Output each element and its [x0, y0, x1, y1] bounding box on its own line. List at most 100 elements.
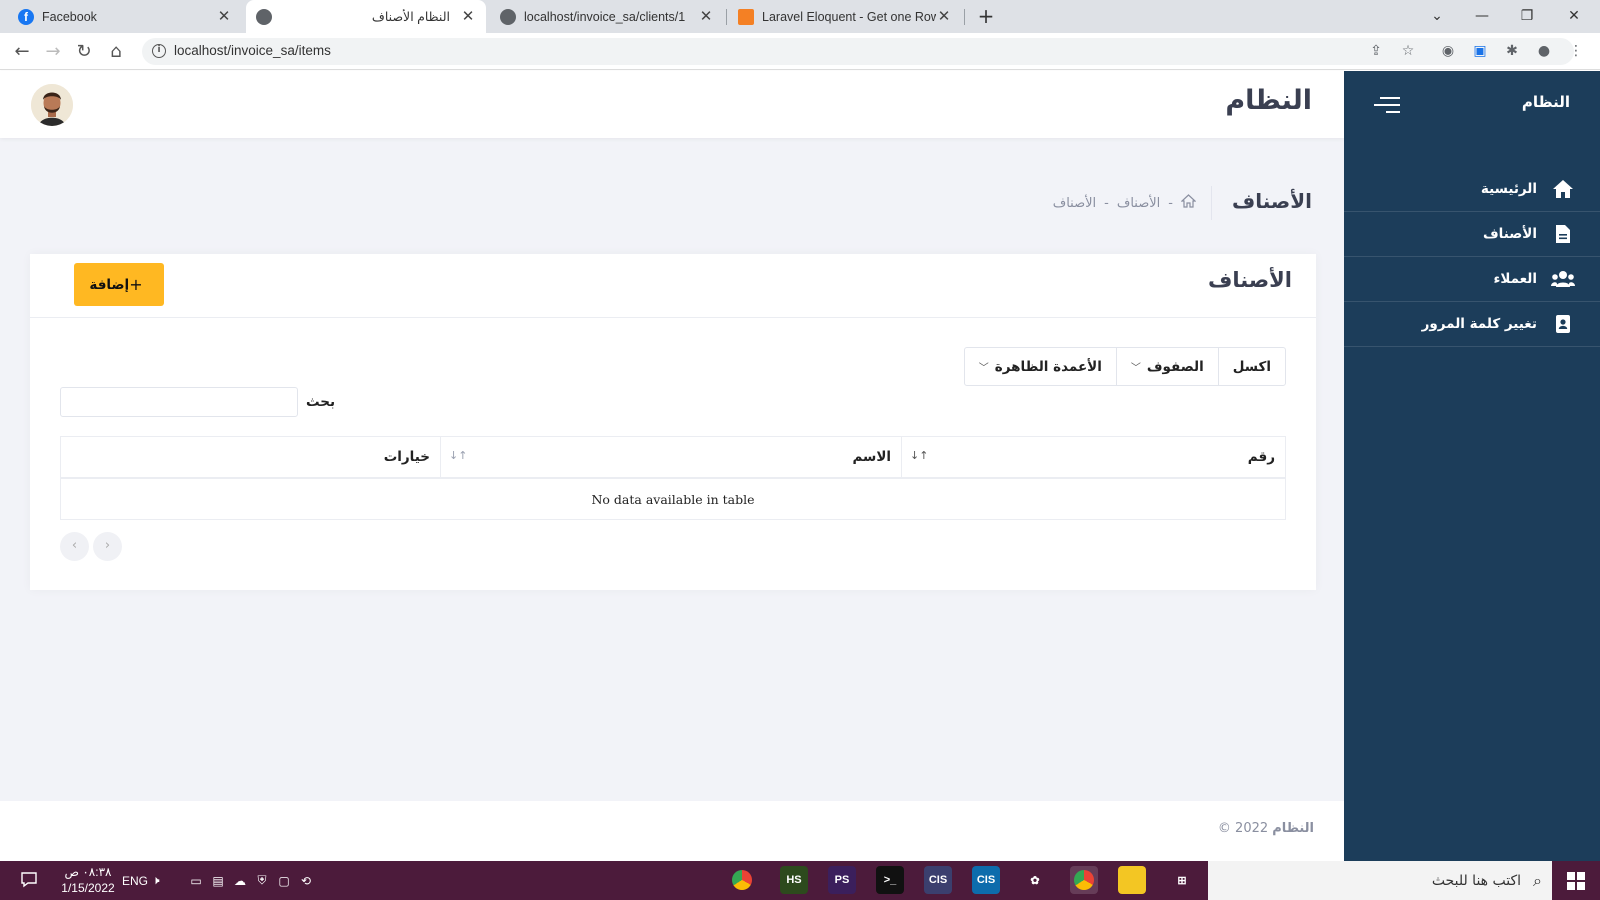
column-header-label: خيارات [383, 449, 430, 465]
tab-laravel[interactable]: Laravel Eloquent - Get one Row - ✕ [728, 0, 962, 33]
clock-time: ٠٨:٣٨ ص [64, 865, 112, 879]
home-browser-icon[interactable]: ⌂ [104, 40, 128, 64]
plus-icon: + [129, 275, 143, 294]
column-header-label: رقم [1247, 449, 1275, 465]
close-icon[interactable]: ✕ [936, 8, 952, 25]
volume-icon[interactable]: 🕨 [152, 861, 160, 900]
home-icon [1551, 177, 1575, 201]
column-header-label: الاسم [852, 449, 891, 465]
menu-kebab-icon[interactable]: ⋮ [1566, 41, 1586, 61]
file-explorer-icon[interactable] [1118, 866, 1146, 894]
document-icon [1551, 222, 1575, 246]
notification-icon[interactable] [20, 870, 40, 890]
tab-title: Facebook [42, 9, 97, 24]
footer: النظام 2022 © [0, 801, 1344, 861]
reload-icon[interactable]: ↻ [72, 40, 96, 64]
app-tray-icon[interactable]: ▤ [207, 874, 229, 888]
sidebar-toggle-icon[interactable] [1374, 97, 1400, 113]
close-icon[interactable]: ✕ [460, 8, 476, 25]
items-table: رقم ↑↓ الاسم ↑↓ خيارات No data available… [60, 436, 1286, 520]
chevron-right-icon[interactable]: › [93, 532, 122, 561]
tab-facebook[interactable]: f Facebook ✕ [8, 0, 242, 33]
tab-clients[interactable]: localhost/invoice_sa/clients/1 ✕ [490, 0, 724, 33]
app-icon[interactable]: ✿ [1021, 866, 1049, 894]
task-view-icon[interactable]: ⊞ [1168, 866, 1196, 894]
extensions-icon[interactable]: ✱ [1502, 41, 1522, 61]
sidebar-item-label: العملاء [1493, 271, 1537, 287]
close-window-button[interactable]: ✕ [1562, 4, 1586, 28]
column-header-options: خيارات [61, 437, 440, 477]
breadcrumb-item[interactable]: الأصناف [1053, 196, 1096, 211]
chevron-down-icon: ﹀ [978, 363, 989, 374]
app-tray-icon[interactable]: ⟲ [295, 874, 317, 888]
browser-toolbar: ← → ↻ ⌂ i localhost/invoice_sa/items ⇪ ☆… [0, 33, 1600, 70]
profile-icon[interactable]: ● [1534, 41, 1554, 61]
sidebar-item-change-password[interactable]: تغيير كلمة المرور [1344, 302, 1600, 347]
cis-app-icon[interactable]: CIS [972, 866, 1000, 894]
heidisql-icon[interactable]: HS [780, 866, 808, 894]
app-tray-icon[interactable]: ▢ [273, 874, 295, 888]
network-icon[interactable]: ▭ [185, 874, 207, 888]
items-card: الأصناف + إضافة اكسل الصفوف ﹀ الأعمدة ال… [30, 254, 1316, 590]
subheader: الأصناف - الأصناف - الأصناف [256, 184, 1344, 224]
chrome-active-icon[interactable] [1070, 866, 1098, 894]
terminal-icon[interactable]: >_ [876, 866, 904, 894]
breadcrumb-item[interactable]: الأصناف [1117, 196, 1160, 211]
new-tab-button[interactable]: + [976, 6, 996, 26]
tab-search-icon[interactable]: ⌄ [1425, 4, 1449, 28]
header-title: النظام [1225, 85, 1312, 116]
language-indicator[interactable]: ENG [122, 861, 148, 900]
phpstorm-icon[interactable]: PS [828, 866, 856, 894]
columns-button-label: الأعمدة الظاهرة [994, 358, 1102, 375]
search-input[interactable] [60, 387, 298, 417]
address-bar[interactable]: i localhost/invoice_sa/items [142, 38, 1574, 65]
top-header: النظام [0, 71, 1344, 138]
avatar[interactable] [31, 84, 73, 126]
excel-button-label: اكسل [1232, 358, 1271, 375]
chevron-left-icon[interactable]: ‹ [60, 532, 89, 561]
facebook-icon: f [18, 8, 34, 25]
bookmark-star-icon[interactable]: ☆ [1398, 41, 1418, 61]
card-title: الأصناف [1208, 268, 1292, 292]
system-tray: ▭ ▤ ☁ ⛨ ▢ ⟲ [185, 861, 317, 900]
share-icon[interactable]: ⇪ [1366, 41, 1386, 61]
columns-dropdown-button[interactable]: الأعمدة الظاهرة ﹀ [965, 348, 1116, 385]
sidebar: النظام الرئيسية الأصناف العملاء تغيير كل… [1344, 71, 1600, 861]
address-book-icon [1551, 312, 1575, 336]
restore-button[interactable]: ❐ [1515, 4, 1539, 28]
tab-items-active[interactable]: النظام الأصناف ✕ [246, 0, 486, 33]
pagination: ‹ › [60, 532, 126, 561]
windows-start-icon[interactable] [1552, 861, 1600, 900]
close-icon[interactable]: ✕ [216, 8, 232, 25]
back-icon[interactable]: ← [10, 40, 34, 64]
table-header-row: رقم ↑↓ الاسم ↑↓ خيارات [61, 437, 1285, 479]
close-icon[interactable]: ✕ [698, 8, 714, 25]
rows-button-label: الصفوف [1146, 358, 1204, 375]
column-header-number[interactable]: رقم ↑↓ [901, 437, 1285, 477]
clock-date: 1/15/2022 [61, 881, 115, 895]
onedrive-icon[interactable]: ☁ [229, 874, 251, 888]
minimize-button[interactable]: — [1470, 4, 1494, 28]
taskbar-clock[interactable]: ٠٨:٣٨ ص 1/15/2022 [56, 864, 120, 896]
sidebar-item-home[interactable]: الرئيسية [1344, 167, 1600, 212]
chrome-icon[interactable] [728, 866, 756, 894]
forward-icon[interactable]: → [41, 40, 65, 64]
cast-icon[interactable]: ▣ [1470, 41, 1490, 61]
taskbar-search[interactable]: ⌕ اكتب هنا للبحث [1208, 861, 1552, 900]
sidebar-item-clients[interactable]: العملاء [1344, 257, 1600, 302]
sidebar-item-label: تغيير كلمة المرور [1421, 316, 1537, 332]
subheader-divider [1211, 186, 1212, 220]
info-icon[interactable]: i [152, 44, 166, 58]
sidebar-item-items[interactable]: الأصناف [1344, 212, 1600, 257]
excel-button[interactable]: اكسل [1217, 348, 1285, 385]
cis-app-icon[interactable]: CIS [924, 866, 952, 894]
rows-dropdown-button[interactable]: الصفوف ﹀ [1115, 348, 1218, 385]
column-header-name[interactable]: الاسم ↑↓ [440, 437, 901, 477]
defender-icon[interactable]: ⛨ [251, 873, 273, 888]
breadcrumb-home-icon[interactable] [1180, 194, 1197, 212]
globe-icon [256, 8, 272, 25]
table-buttons: اكسل الصفوف ﹀ الأعمدة الظاهرة ﹀ [963, 347, 1286, 386]
add-item-button[interactable]: + إضافة [74, 263, 164, 306]
chevron-down-icon: ﹀ [1130, 363, 1141, 374]
camera-icon[interactable]: ◉ [1438, 41, 1458, 61]
